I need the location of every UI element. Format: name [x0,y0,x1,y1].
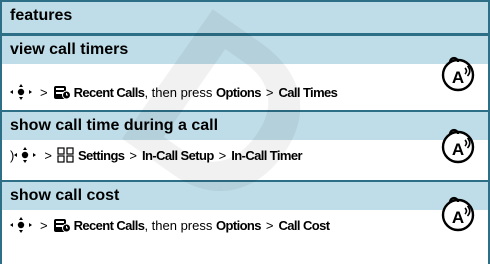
feature-row-view-call-timers: view call timers > Recent Calls, then pr… [2,36,488,112]
menu-path: ) > Settings > In-Call Setup > In-Call Timer [10,147,303,166]
menu-path: > Recent Calls, then press Options > Call … [10,217,331,236]
recent-calls-icon [53,217,71,236]
menu-in-call-setup: In-Call Setup [142,148,214,163]
svg-text:A: A [452,140,464,159]
path-text: , then press [144,85,213,100]
header-title: features [10,7,73,24]
feature-name: view call timers [10,41,129,58]
menu-call-cost: Call Cost [278,218,331,233]
menu-in-call-timer: In-Call Timer [231,148,302,163]
menu-path: > Recent Calls, then press Options > Call … [10,84,338,103]
menu-options: Options [216,218,262,233]
recent-calls-icon [53,84,71,103]
menu-options: Options [216,85,262,100]
separator: > [129,148,138,163]
feature-name: show call cost [10,187,120,204]
nav-key-icon [10,217,32,236]
svg-text:A: A [452,68,464,87]
menu-recent-calls: Recent Calls [73,218,145,233]
nav-key-icon [14,147,37,166]
svg-text:A: A [452,208,464,227]
settings-icon [57,147,75,166]
table-header: features [2,0,488,36]
feature-row-show-call-cost: show call cost > Recent Calls, then pres… [2,182,488,264]
menu-settings: Settings [77,148,125,163]
nav-key-icon [10,84,32,103]
separator: > [218,148,227,163]
separator: > [265,85,274,100]
feature-name: show call time during a call [10,117,219,134]
separator: > [44,148,52,163]
separator: > [40,85,48,100]
menu-recent-calls: Recent Calls [73,85,145,100]
network-service-icon: A [440,128,476,169]
feature-row-show-call-time: show call time during a call ) > Setting… [2,112,488,182]
separator: > [40,218,48,233]
menu-call-times: Call Times [278,85,338,100]
path-text: , then press [144,218,213,233]
separator: > [265,218,274,233]
network-service-icon: A [440,56,476,97]
features-table: features view call timers > Recent Calls… [0,0,490,264]
network-service-icon: A [440,196,476,237]
